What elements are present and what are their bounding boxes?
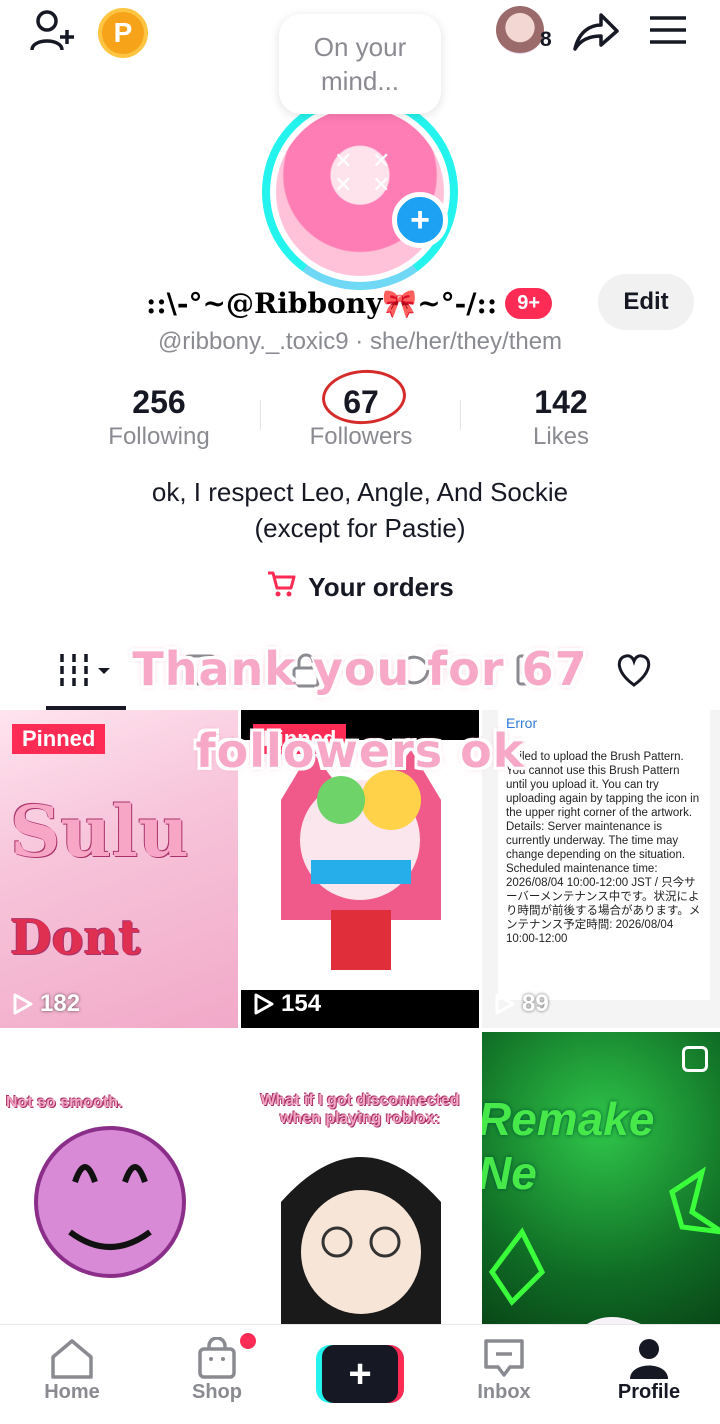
share-icon[interactable] <box>570 8 620 54</box>
nav-home-label: Home <box>44 1381 100 1403</box>
coin-icon[interactable]: P <box>98 8 148 58</box>
create-button[interactable]: + <box>316 1345 404 1403</box>
thumbnail-caption: What if I got disconnected when playing … <box>260 1092 460 1127</box>
error-body: Failed to upload the Brush Pattern. You … <box>506 751 701 945</box>
nav-profile-label: Profile <box>617 1381 681 1403</box>
shop-notification-dot <box>240 1333 256 1349</box>
bio-line: ok, I respect Leo, Angle, And Sockie <box>151 477 569 507</box>
view-count: 154 <box>253 990 321 1018</box>
your-orders-link[interactable]: Your orders <box>0 570 720 605</box>
video-thumbnail[interactable]: Not so smooth. <box>0 1032 238 1350</box>
plus-icon: + <box>322 1345 398 1403</box>
menu-icon[interactable] <box>644 10 692 50</box>
status-bubble[interactable]: On your mind... <box>279 14 441 114</box>
eye-mark: ✕ <box>334 148 353 173</box>
coin-label: P <box>113 17 133 48</box>
add-user-icon[interactable] <box>26 6 80 56</box>
following-label: Following <box>108 423 210 450</box>
shop-icon <box>157 1335 277 1381</box>
nav-profile[interactable]: Profile <box>589 1335 709 1404</box>
view-count: 89 <box>494 990 549 1018</box>
orders-label: Your orders <box>308 572 454 602</box>
cart-icon <box>266 570 296 605</box>
view-count-value: 154 <box>281 990 322 1017</box>
eye-mark: ✕ <box>334 172 353 197</box>
display-name: ::\-°~@Ribbony🎀~°-/:: <box>146 286 498 320</box>
add-avatar-icon[interactable]: + <box>392 192 448 248</box>
view-count-value: 89 <box>522 990 549 1017</box>
following-stat[interactable]: 256 Following <box>59 384 259 451</box>
following-count: 256 <box>132 384 186 420</box>
bio-line: (except for Pastie) <box>254 513 466 543</box>
follower-request-count: 8 <box>540 28 552 51</box>
follower-avatar[interactable] <box>496 6 544 54</box>
nav-inbox[interactable]: Inbox <box>444 1335 564 1404</box>
bio: ok, I respect Leo, Angle, And Sockie (ex… <box>0 474 720 546</box>
profile-avatar[interactable]: ✕ ✕ ✕ ✕ <box>262 94 458 290</box>
video-thumbnail[interactable]: Remake Ne <box>482 1032 720 1350</box>
username-pronouns: @ribbony._.toxic9 · she/her/they/them <box>157 328 563 355</box>
thumbnail-art <box>488 1166 720 1350</box>
eye-mark: ✕ <box>372 172 391 197</box>
nav-shop[interactable]: Shop <box>157 1335 277 1404</box>
home-icon <box>12 1335 132 1381</box>
video-thumbnail[interactable]: What if I got disconnected when playing … <box>241 1032 479 1350</box>
thumbnail-art <box>34 1126 186 1278</box>
thumbnail-caption: Not so smooth. <box>6 1094 123 1111</box>
multi-photo-icon <box>682 1046 708 1072</box>
thumbnail-art: Sulu <box>10 790 189 873</box>
profile-icon <box>589 1335 709 1381</box>
likes-label: Likes <box>532 423 590 450</box>
inbox-icon <box>444 1335 564 1381</box>
nav-inbox-label: Inbox <box>477 1381 531 1403</box>
likes-stat[interactable]: 142 Likes <box>461 384 661 451</box>
name-row: ::\-°~@Ribbony🎀~°-/:: 9+ <box>146 278 553 328</box>
bottom-nav: Home Shop + Inbox Profile <box>0 1324 720 1424</box>
eye-mark: ✕ <box>372 148 391 173</box>
nav-shop-label: Shop <box>192 1381 242 1403</box>
likes-count: 142 <box>534 384 588 420</box>
thumbnail-art <box>281 1157 441 1342</box>
thumbnail-art: Dont <box>10 910 141 966</box>
overlay-caption: followers ok <box>195 724 525 778</box>
edit-button[interactable]: Edit <box>598 274 694 330</box>
view-count: 182 <box>12 990 80 1018</box>
notification-badge[interactable]: 9+ <box>505 287 553 319</box>
nav-home[interactable]: Home <box>12 1335 132 1404</box>
view-count-value: 182 <box>40 990 81 1017</box>
overlay-caption: Thank you for 67 <box>132 642 588 696</box>
followers-label: Followers <box>309 423 413 450</box>
